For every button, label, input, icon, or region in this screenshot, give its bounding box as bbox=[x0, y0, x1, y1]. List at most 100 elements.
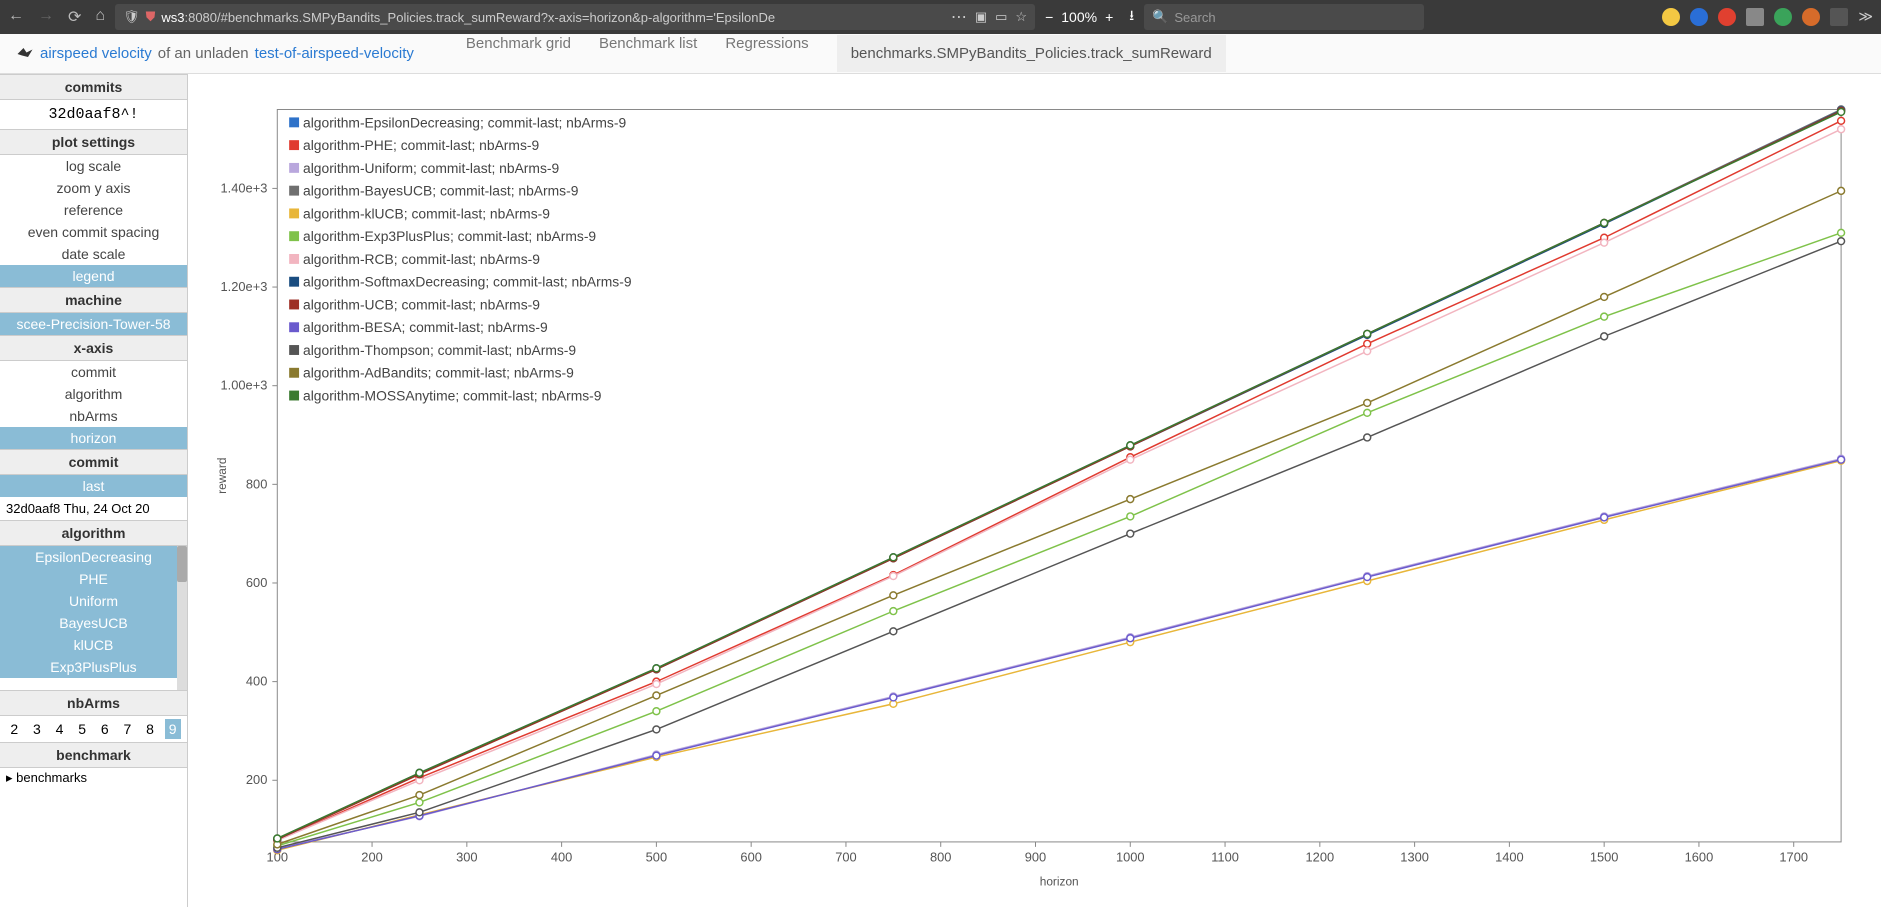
back-icon[interactable]: ← bbox=[8, 7, 24, 27]
chart-svg[interactable]: 2004006008001.00e+31.20e+31.40e+31002003… bbox=[208, 94, 1851, 897]
zoom-out-button[interactable]: − bbox=[1045, 9, 1053, 25]
nbarms-option[interactable]: 9 bbox=[165, 719, 181, 739]
ext-icon-1[interactable] bbox=[1662, 8, 1680, 26]
data-point[interactable] bbox=[653, 726, 660, 733]
algorithm-scrollbar-thumb[interactable] bbox=[177, 546, 187, 582]
brand-link-b[interactable]: test-of-airspeed-velocity bbox=[255, 45, 414, 62]
data-point[interactable] bbox=[1838, 456, 1845, 463]
data-point[interactable] bbox=[653, 692, 660, 699]
data-point[interactable] bbox=[1364, 340, 1371, 347]
plot-option[interactable]: even commit spacing bbox=[0, 221, 187, 243]
plot-option[interactable]: log scale bbox=[0, 155, 187, 177]
algorithm-option[interactable]: PHE bbox=[0, 568, 187, 590]
url-bar[interactable]: 🛡 ⛊ ws3 :8080/#benchmarks.SMPyBandits_Po… bbox=[115, 4, 1035, 30]
plot-option[interactable]: date scale bbox=[0, 243, 187, 265]
legend-entry[interactable]: algorithm-PHE; commit-last; nbArms-9 bbox=[289, 137, 539, 153]
data-point[interactable] bbox=[1127, 456, 1134, 463]
data-point[interactable] bbox=[1838, 108, 1845, 115]
legend-entry[interactable]: algorithm-RCB; commit-last; nbArms-9 bbox=[289, 251, 540, 267]
nbarms-option[interactable]: 2 bbox=[6, 719, 22, 739]
nbarms-option[interactable]: 6 bbox=[97, 719, 113, 739]
star-icon[interactable]: ☆ bbox=[1015, 9, 1027, 25]
data-point[interactable] bbox=[1127, 442, 1134, 449]
overflow-icon[interactable]: ≫ bbox=[1858, 8, 1873, 26]
data-point[interactable] bbox=[890, 608, 897, 615]
data-point[interactable] bbox=[1838, 187, 1845, 194]
ext-icon-5[interactable] bbox=[1774, 8, 1792, 26]
nav-link[interactable]: Benchmark grid bbox=[466, 35, 571, 72]
commit-line[interactable]: 32d0aaf8 Thu, 24 Oct 20 bbox=[0, 497, 187, 520]
legend-entry[interactable]: algorithm-Uniform; commit-last; nbArms-9 bbox=[289, 160, 559, 176]
benchmark-item[interactable]: ▸ benchmarks bbox=[0, 768, 187, 788]
algorithm-option[interactable]: Exp3PlusPlus bbox=[0, 656, 187, 678]
plot-option[interactable]: zoom y axis bbox=[0, 177, 187, 199]
data-point[interactable] bbox=[1127, 530, 1134, 537]
brand-link-a[interactable]: airspeed velocity bbox=[40, 45, 152, 62]
algorithm-option[interactable]: klUCB bbox=[0, 634, 187, 656]
data-point[interactable] bbox=[274, 835, 281, 842]
data-point[interactable] bbox=[1601, 514, 1608, 521]
xaxis-option[interactable]: horizon bbox=[0, 427, 187, 449]
algorithm-option[interactable]: EpsilonDecreasing bbox=[0, 546, 187, 568]
legend-entry[interactable]: algorithm-Thompson; commit-last; nbArms-… bbox=[289, 342, 576, 358]
xaxis-option[interactable]: nbArms bbox=[0, 405, 187, 427]
data-point[interactable] bbox=[1601, 293, 1608, 300]
legend-entry[interactable]: algorithm-BESA; commit-last; nbArms-9 bbox=[289, 319, 548, 335]
legend-entry[interactable]: algorithm-MOSSAnytime; commit-last; nbAr… bbox=[289, 387, 602, 403]
data-point[interactable] bbox=[1127, 635, 1134, 642]
legend-entry[interactable]: algorithm-EpsilonDecreasing; commit-last… bbox=[289, 114, 626, 130]
nbarms-option[interactable]: 5 bbox=[74, 719, 90, 739]
data-point[interactable] bbox=[416, 809, 423, 816]
plot-option[interactable]: legend bbox=[0, 265, 187, 287]
home-icon[interactable]: ⌂ bbox=[95, 7, 105, 27]
data-point[interactable] bbox=[1127, 496, 1134, 503]
data-point[interactable] bbox=[1364, 348, 1371, 355]
data-point[interactable] bbox=[1601, 219, 1608, 226]
nbarms-option[interactable]: 3 bbox=[29, 719, 45, 739]
data-point[interactable] bbox=[1601, 333, 1608, 340]
legend-entry[interactable]: algorithm-klUCB; commit-last; nbArms-9 bbox=[289, 205, 550, 221]
nbarms-option[interactable]: 4 bbox=[52, 719, 68, 739]
ext-icon-4[interactable] bbox=[1746, 8, 1764, 26]
data-point[interactable] bbox=[653, 665, 660, 672]
ext-icon-6[interactable] bbox=[1802, 8, 1820, 26]
commit-last[interactable]: last bbox=[0, 475, 187, 497]
legend-entry[interactable]: algorithm-BayesUCB; commit-last; nbArms-… bbox=[289, 183, 579, 199]
data-point[interactable] bbox=[1838, 238, 1845, 245]
data-point[interactable] bbox=[653, 708, 660, 715]
data-point[interactable] bbox=[1601, 313, 1608, 320]
machine-option[interactable]: scee-Precision-Tower-58 bbox=[0, 313, 187, 335]
algorithm-option[interactable]: BayesUCB bbox=[0, 612, 187, 634]
legend-entry[interactable]: algorithm-SoftmaxDecreasing; commit-last… bbox=[289, 274, 632, 290]
reload-icon[interactable]: ⟳ bbox=[68, 7, 81, 27]
data-point[interactable] bbox=[890, 694, 897, 701]
algorithm-option[interactable]: Uniform bbox=[0, 590, 187, 612]
legend-entry[interactable]: algorithm-AdBandits; commit-last; nbArms… bbox=[289, 365, 574, 381]
xaxis-option[interactable]: algorithm bbox=[0, 383, 187, 405]
data-point[interactable] bbox=[1601, 239, 1608, 246]
data-point[interactable] bbox=[1364, 434, 1371, 441]
data-point[interactable] bbox=[890, 628, 897, 635]
legend-entry[interactable]: algorithm-UCB; commit-last; nbArms-9 bbox=[289, 296, 540, 312]
data-point[interactable] bbox=[416, 769, 423, 776]
data-point[interactable] bbox=[1364, 399, 1371, 406]
commit-hash[interactable]: 32d0aaf8^! bbox=[0, 100, 187, 129]
data-point[interactable] bbox=[416, 792, 423, 799]
ext-icon-3[interactable] bbox=[1718, 8, 1736, 26]
data-point[interactable] bbox=[1364, 574, 1371, 581]
nbarms-option[interactable]: 8 bbox=[142, 719, 158, 739]
legend-entry[interactable]: algorithm-Exp3PlusPlus; commit-last; nbA… bbox=[289, 228, 596, 244]
container-icon[interactable]: ▭ bbox=[995, 9, 1007, 25]
data-point[interactable] bbox=[653, 752, 660, 759]
nav-link[interactable]: Benchmark list bbox=[599, 35, 697, 72]
data-point[interactable] bbox=[1364, 330, 1371, 337]
zoom-in-button[interactable]: + bbox=[1105, 9, 1113, 25]
data-point[interactable] bbox=[416, 799, 423, 806]
nav-link-active[interactable]: benchmarks.SMPyBandits_Policies.track_su… bbox=[837, 35, 1226, 72]
data-point[interactable] bbox=[1838, 229, 1845, 236]
reader-icon[interactable]: ▣ bbox=[975, 9, 987, 25]
ext-icon-2[interactable] bbox=[1690, 8, 1708, 26]
data-point[interactable] bbox=[890, 592, 897, 599]
downloads-icon[interactable]: ⭳ bbox=[1129, 5, 1134, 29]
data-point[interactable] bbox=[1838, 117, 1845, 124]
